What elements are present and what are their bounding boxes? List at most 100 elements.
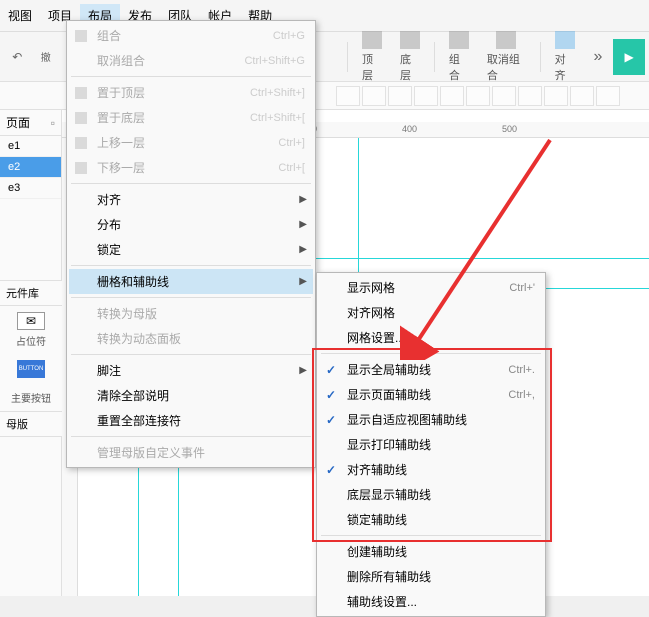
tool-group-btn[interactable]: 组合 [441, 31, 477, 83]
layout-menu-item-9[interactable]: 分布▶ [69, 212, 313, 237]
layout-menu-item-17[interactable]: 脚注▶ [69, 358, 313, 383]
fmt-btn[interactable] [414, 86, 438, 106]
layout-menu-item-0: 组合Ctrl+G [69, 23, 313, 48]
tool-misc[interactable]: 撤 [33, 42, 60, 72]
menu-item-label: 置于顶层 [97, 84, 230, 101]
more-tools[interactable]: » [585, 42, 612, 72]
layout-dropdown: 组合Ctrl+G取消组合Ctrl+Shift+G 置于顶层 Ctrl+Shift+]… [66, 20, 316, 468]
fmt-btn[interactable] [388, 86, 412, 106]
grid-submenu-item-12[interactable]: 创建辅助线 [319, 539, 543, 564]
menu-separator [71, 436, 311, 437]
fmt-btn[interactable] [440, 86, 464, 106]
submenu-arrow-icon: ▶ [299, 244, 307, 255]
grid-submenu-item-4[interactable]: ✓显示全局辅助线Ctrl+. [319, 357, 543, 382]
grid-submenu-item-9[interactable]: 底层显示辅助线 [319, 482, 543, 507]
tool-send-back[interactable]: 底层 [392, 31, 428, 83]
check-icon: ✓ [323, 412, 339, 428]
up-icon [73, 135, 89, 151]
fmt-btn[interactable] [336, 86, 360, 106]
submenu-arrow-icon: ▶ [299, 276, 307, 287]
menu-item-label: 显示页面辅助线 [347, 386, 488, 403]
check-icon: ✓ [323, 462, 339, 478]
submenu-arrow-icon: ▶ [299, 194, 307, 205]
menu-item-label: 取消组合 [97, 52, 224, 69]
fmt-btn[interactable] [570, 86, 594, 106]
back-icon [73, 110, 89, 126]
fmt-btn[interactable] [596, 86, 620, 106]
menu-separator [71, 183, 311, 184]
separator [347, 42, 348, 72]
layout-menu-item-5: 上移一层Ctrl+] [69, 130, 313, 155]
menu-item-label: 删除所有辅助线 [347, 568, 535, 585]
menu-item-label: 对齐辅助线 [347, 461, 535, 478]
undo-button[interactable]: ↶ [4, 42, 31, 72]
menu-item-label: 显示打印辅助线 [347, 436, 535, 453]
tool-bring-front[interactable]: 顶层 [354, 31, 390, 83]
front-icon [73, 85, 89, 101]
widget-primary-btn[interactable]: 主要按钮 [0, 384, 62, 411]
add-page-icon[interactable]: ▫ [51, 116, 55, 130]
layout-menu-item-12[interactable]: 栅格和辅助线▶ [69, 269, 313, 294]
menu-item-label: 网格设置... [347, 329, 535, 346]
layout-menu-item-10[interactable]: 锁定▶ [69, 237, 313, 262]
layout-menu-item-1: 取消组合Ctrl+Shift+G [69, 48, 313, 73]
menu-shortcut: Ctrl+' [509, 282, 535, 294]
menu-item-label: 对齐 [97, 191, 305, 208]
grid-submenu-item-8[interactable]: ✓ 对齐辅助线 [319, 457, 543, 482]
check-icon: ✓ [323, 387, 339, 403]
grid-submenu-item-0[interactable]: 显示网格 Ctrl+' [319, 275, 543, 300]
menu-item-label: 栅格和辅助线 [97, 273, 305, 290]
grid-submenu-item-6[interactable]: ✓显示自适应视图辅助线 [319, 407, 543, 432]
menu-item-label: 下移一层 [97, 159, 258, 176]
menu-item-label: 显示网格 [347, 279, 489, 296]
menu-separator [71, 76, 311, 77]
layout-menu-item-6: 下移一层 Ctrl+[ [69, 155, 313, 180]
menu-item-label: 置于底层 [97, 109, 230, 126]
separator [434, 42, 435, 72]
menu-item-label: 转换为动态面板 [97, 330, 305, 347]
grid-submenu-item-14[interactable]: 辅助线设置... [319, 589, 543, 614]
page-item[interactable]: e1 [0, 136, 61, 157]
menu-separator [71, 354, 311, 355]
menu-separator [71, 297, 311, 298]
menu-shortcut: Ctrl+Shift+] [250, 87, 305, 99]
fmt-btn[interactable] [362, 86, 386, 106]
down-icon [73, 160, 89, 176]
menu-shortcut: Ctrl+[ [278, 162, 305, 174]
grid-submenu-item-1[interactable]: 对齐网格 [319, 300, 543, 325]
menu-view[interactable]: 视图 [0, 4, 40, 27]
menu-shortcut: Ctrl+G [273, 30, 305, 42]
envelope-icon: ✉ [17, 312, 45, 330]
grid-submenu-item-7[interactable]: 显示打印辅助线 [319, 432, 543, 457]
widget-placeholder[interactable]: ✉ 占位符 [0, 306, 62, 354]
grid-submenu-item-2[interactable]: 网格设置... [319, 325, 543, 350]
menu-item-label: 转换为母版 [97, 305, 305, 322]
widget-button[interactable]: BUTTON [0, 354, 62, 384]
layout-menu-item-8[interactable]: 对齐▶ [69, 187, 313, 212]
menu-item-label: 重置全部连接符 [97, 412, 305, 429]
page-item[interactable]: e3 [0, 178, 61, 199]
fmt-btn[interactable] [544, 86, 568, 106]
menu-item-label: 对齐网格 [347, 304, 535, 321]
layout-menu-item-19[interactable]: 重置全部连接符 [69, 408, 313, 433]
tool-align-btn[interactable]: 对齐 [547, 31, 583, 83]
layout-menu-item-15: 转换为动态面板 [69, 326, 313, 351]
layout-menu-item-4: 置于底层Ctrl+Shift+[ [69, 105, 313, 130]
menu-item-label: 上移一层 [97, 134, 258, 151]
fmt-btn[interactable] [518, 86, 542, 106]
page-item[interactable]: e2 [0, 157, 61, 178]
fmt-btn[interactable] [466, 86, 490, 106]
tool-ungroup-btn[interactable]: 取消组合 [479, 31, 534, 83]
layout-menu-item-18[interactable]: 清除全部说明 [69, 383, 313, 408]
fmt-btn[interactable] [492, 86, 516, 106]
menu-shortcut: Ctrl+, [508, 389, 535, 401]
grid-submenu-item-10[interactable]: 锁定辅助线 [319, 507, 543, 532]
grid-submenu-item-5[interactable]: ✓ 显示页面辅助线 Ctrl+, [319, 382, 543, 407]
widget-header: 元件库 [0, 281, 62, 306]
submenu-arrow-icon: ▶ [299, 219, 307, 230]
ruler-mark: 500 [502, 124, 517, 134]
page-list: e1 e2 e3 [0, 136, 61, 199]
menu-item-label: 底层显示辅助线 [347, 486, 535, 503]
grid-submenu-item-13[interactable]: 删除所有辅助线 [319, 564, 543, 589]
preview-button[interactable]: ▶ [613, 39, 645, 75]
